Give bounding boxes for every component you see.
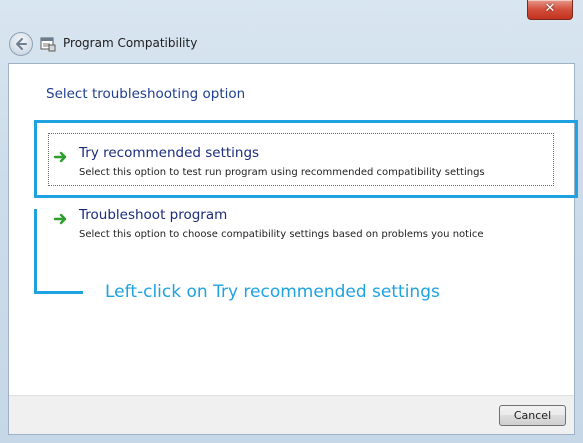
- option-title: Try recommended settings: [79, 145, 260, 161]
- option-try-recommended-settings[interactable]: Try recommended settings Select this opt…: [53, 145, 553, 191]
- close-icon: ✕: [544, 1, 556, 16]
- back-arrow-icon: [16, 38, 27, 50]
- program-compatibility-icon: [40, 37, 56, 52]
- callout-line-vertical: [34, 209, 37, 294]
- cancel-button[interactable]: Cancel: [499, 405, 566, 426]
- dialog-content: Select troubleshooting option Try recomm…: [8, 63, 578, 435]
- option-description: Select this option to choose compatibili…: [79, 229, 484, 240]
- annotation-callout-text: Left-click on Try recommended settings: [105, 282, 440, 302]
- back-button[interactable]: [9, 32, 33, 56]
- page-heading: Select troubleshooting option: [46, 86, 246, 102]
- option-troubleshoot-program[interactable]: Troubleshoot program Select this option …: [53, 207, 553, 253]
- dialog-footer: Cancel: [9, 395, 574, 434]
- green-arrow-icon: [53, 151, 67, 163]
- window-title: Program Compatibility: [63, 36, 198, 50]
- close-button[interactable]: ✕: [527, 0, 573, 20]
- callout-line-horizontal: [34, 291, 83, 294]
- green-arrow-icon: [53, 213, 67, 225]
- option-title: Troubleshoot program: [79, 207, 228, 223]
- option-description: Select this option to test run program u…: [79, 167, 485, 178]
